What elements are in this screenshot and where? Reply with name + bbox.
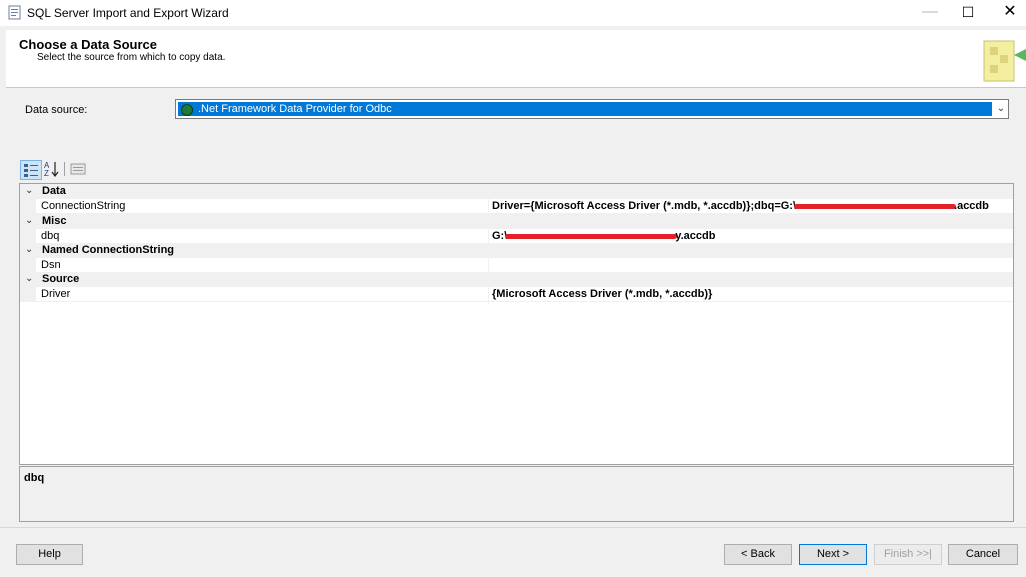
property-name: Driver (41, 288, 71, 300)
property-row-dsn[interactable]: Dsn (20, 258, 1013, 273)
page-title: Choose a Data Source (19, 37, 157, 52)
property-description-panel: dbq (19, 466, 1014, 522)
collapse-chevron-icon[interactable]: ⌄ (25, 215, 33, 226)
odbc-provider-icon (181, 104, 193, 116)
category-source[interactable]: ⌄ Source (20, 272, 1013, 287)
collapse-chevron-icon[interactable]: ⌄ (25, 273, 33, 284)
category-named-connectionstring[interactable]: ⌄ Named ConnectionString (20, 243, 1013, 258)
property-pages-icon (70, 163, 86, 175)
wizard-app-icon (8, 5, 21, 20)
row-gutter (20, 199, 36, 214)
category-name: Data (42, 185, 66, 197)
minimize-icon[interactable]: — (910, 0, 950, 26)
property-value-suffix: y.accdb (675, 230, 716, 242)
header-divider (6, 87, 1026, 88)
sort-alphabetical-icon: A Z (44, 161, 59, 178)
property-value[interactable]: Driver={Microsoft Access Driver (*.mdb, … (492, 200, 989, 212)
footer-divider (0, 527, 1026, 528)
data-source-selected-value: .Net Framework Data Provider for Odbc (198, 103, 392, 115)
category-name: Source (42, 273, 80, 285)
wizard-header: Choose a Data Source Select the source f… (6, 30, 1026, 87)
collapse-chevron-icon[interactable]: ⌄ (25, 185, 33, 196)
data-source-label: Data source: (25, 104, 88, 116)
category-name: Named ConnectionString (42, 244, 175, 256)
finish-button[interactable]: Finish >>| (874, 544, 942, 565)
wizard-graphic-icon (983, 40, 1026, 82)
data-source-dropdown[interactable]: .Net Framework Data Provider for Odbc ⌄ (175, 99, 1009, 119)
property-row-driver[interactable]: Driver {Microsoft Access Driver (*.mdb, … (20, 287, 1013, 302)
property-name: ConnectionString (41, 200, 126, 212)
close-icon[interactable]: ✕ (990, 0, 1026, 26)
categorized-view-button[interactable] (20, 160, 42, 180)
chevron-down-icon[interactable]: ⌄ (994, 100, 1008, 118)
categorized-icon (24, 164, 38, 177)
property-value[interactable]: G:\ y.accdb (492, 230, 715, 242)
category-name: Misc (42, 215, 67, 227)
property-value[interactable]: {Microsoft Access Driver (*.mdb, *.accdb… (492, 288, 712, 300)
title-bar: SQL Server Import and Export Wizard — ☐ … (0, 0, 1026, 26)
row-gutter (20, 229, 36, 244)
row-gutter (20, 287, 36, 302)
category-data[interactable]: ⌄ Data (20, 184, 1013, 199)
collapse-chevron-icon[interactable]: ⌄ (25, 244, 33, 255)
maximize-icon[interactable]: ☐ (948, 0, 988, 26)
property-name: dbq (41, 230, 60, 242)
next-button[interactable]: Next > (799, 544, 867, 565)
property-row-connectionstring[interactable]: ConnectionString Driver={Microsoft Acces… (20, 199, 1013, 214)
row-gutter (20, 258, 36, 273)
window-title: SQL Server Import and Export Wizard (27, 6, 229, 20)
cancel-button[interactable]: Cancel (948, 544, 1018, 565)
property-name: Dsn (41, 259, 61, 271)
category-misc[interactable]: ⌄ Misc (20, 214, 1013, 229)
description-title: dbq (24, 472, 45, 484)
property-value-prefix: Driver={Microsoft Access Driver (*.mdb, … (492, 200, 797, 212)
alphabetical-view-button[interactable]: A Z (43, 160, 63, 178)
property-grid: ⌄ Data ConnectionString Driver={Microsof… (19, 183, 1014, 465)
page-subtitle: Select the source from which to copy dat… (37, 52, 226, 63)
property-value-suffix: .accdb (954, 200, 989, 212)
help-button[interactable]: Help (16, 544, 83, 565)
data-source-selection: .Net Framework Data Provider for Odbc (178, 102, 992, 116)
back-button[interactable]: < Back (724, 544, 792, 565)
property-pages-button[interactable] (68, 160, 88, 178)
toolbar-divider (64, 162, 65, 176)
redaction-mark (794, 203, 957, 209)
redaction-mark (505, 233, 678, 239)
svg-text:Z: Z (44, 169, 49, 178)
property-row-dbq[interactable]: dbq G:\ y.accdb (20, 229, 1013, 244)
